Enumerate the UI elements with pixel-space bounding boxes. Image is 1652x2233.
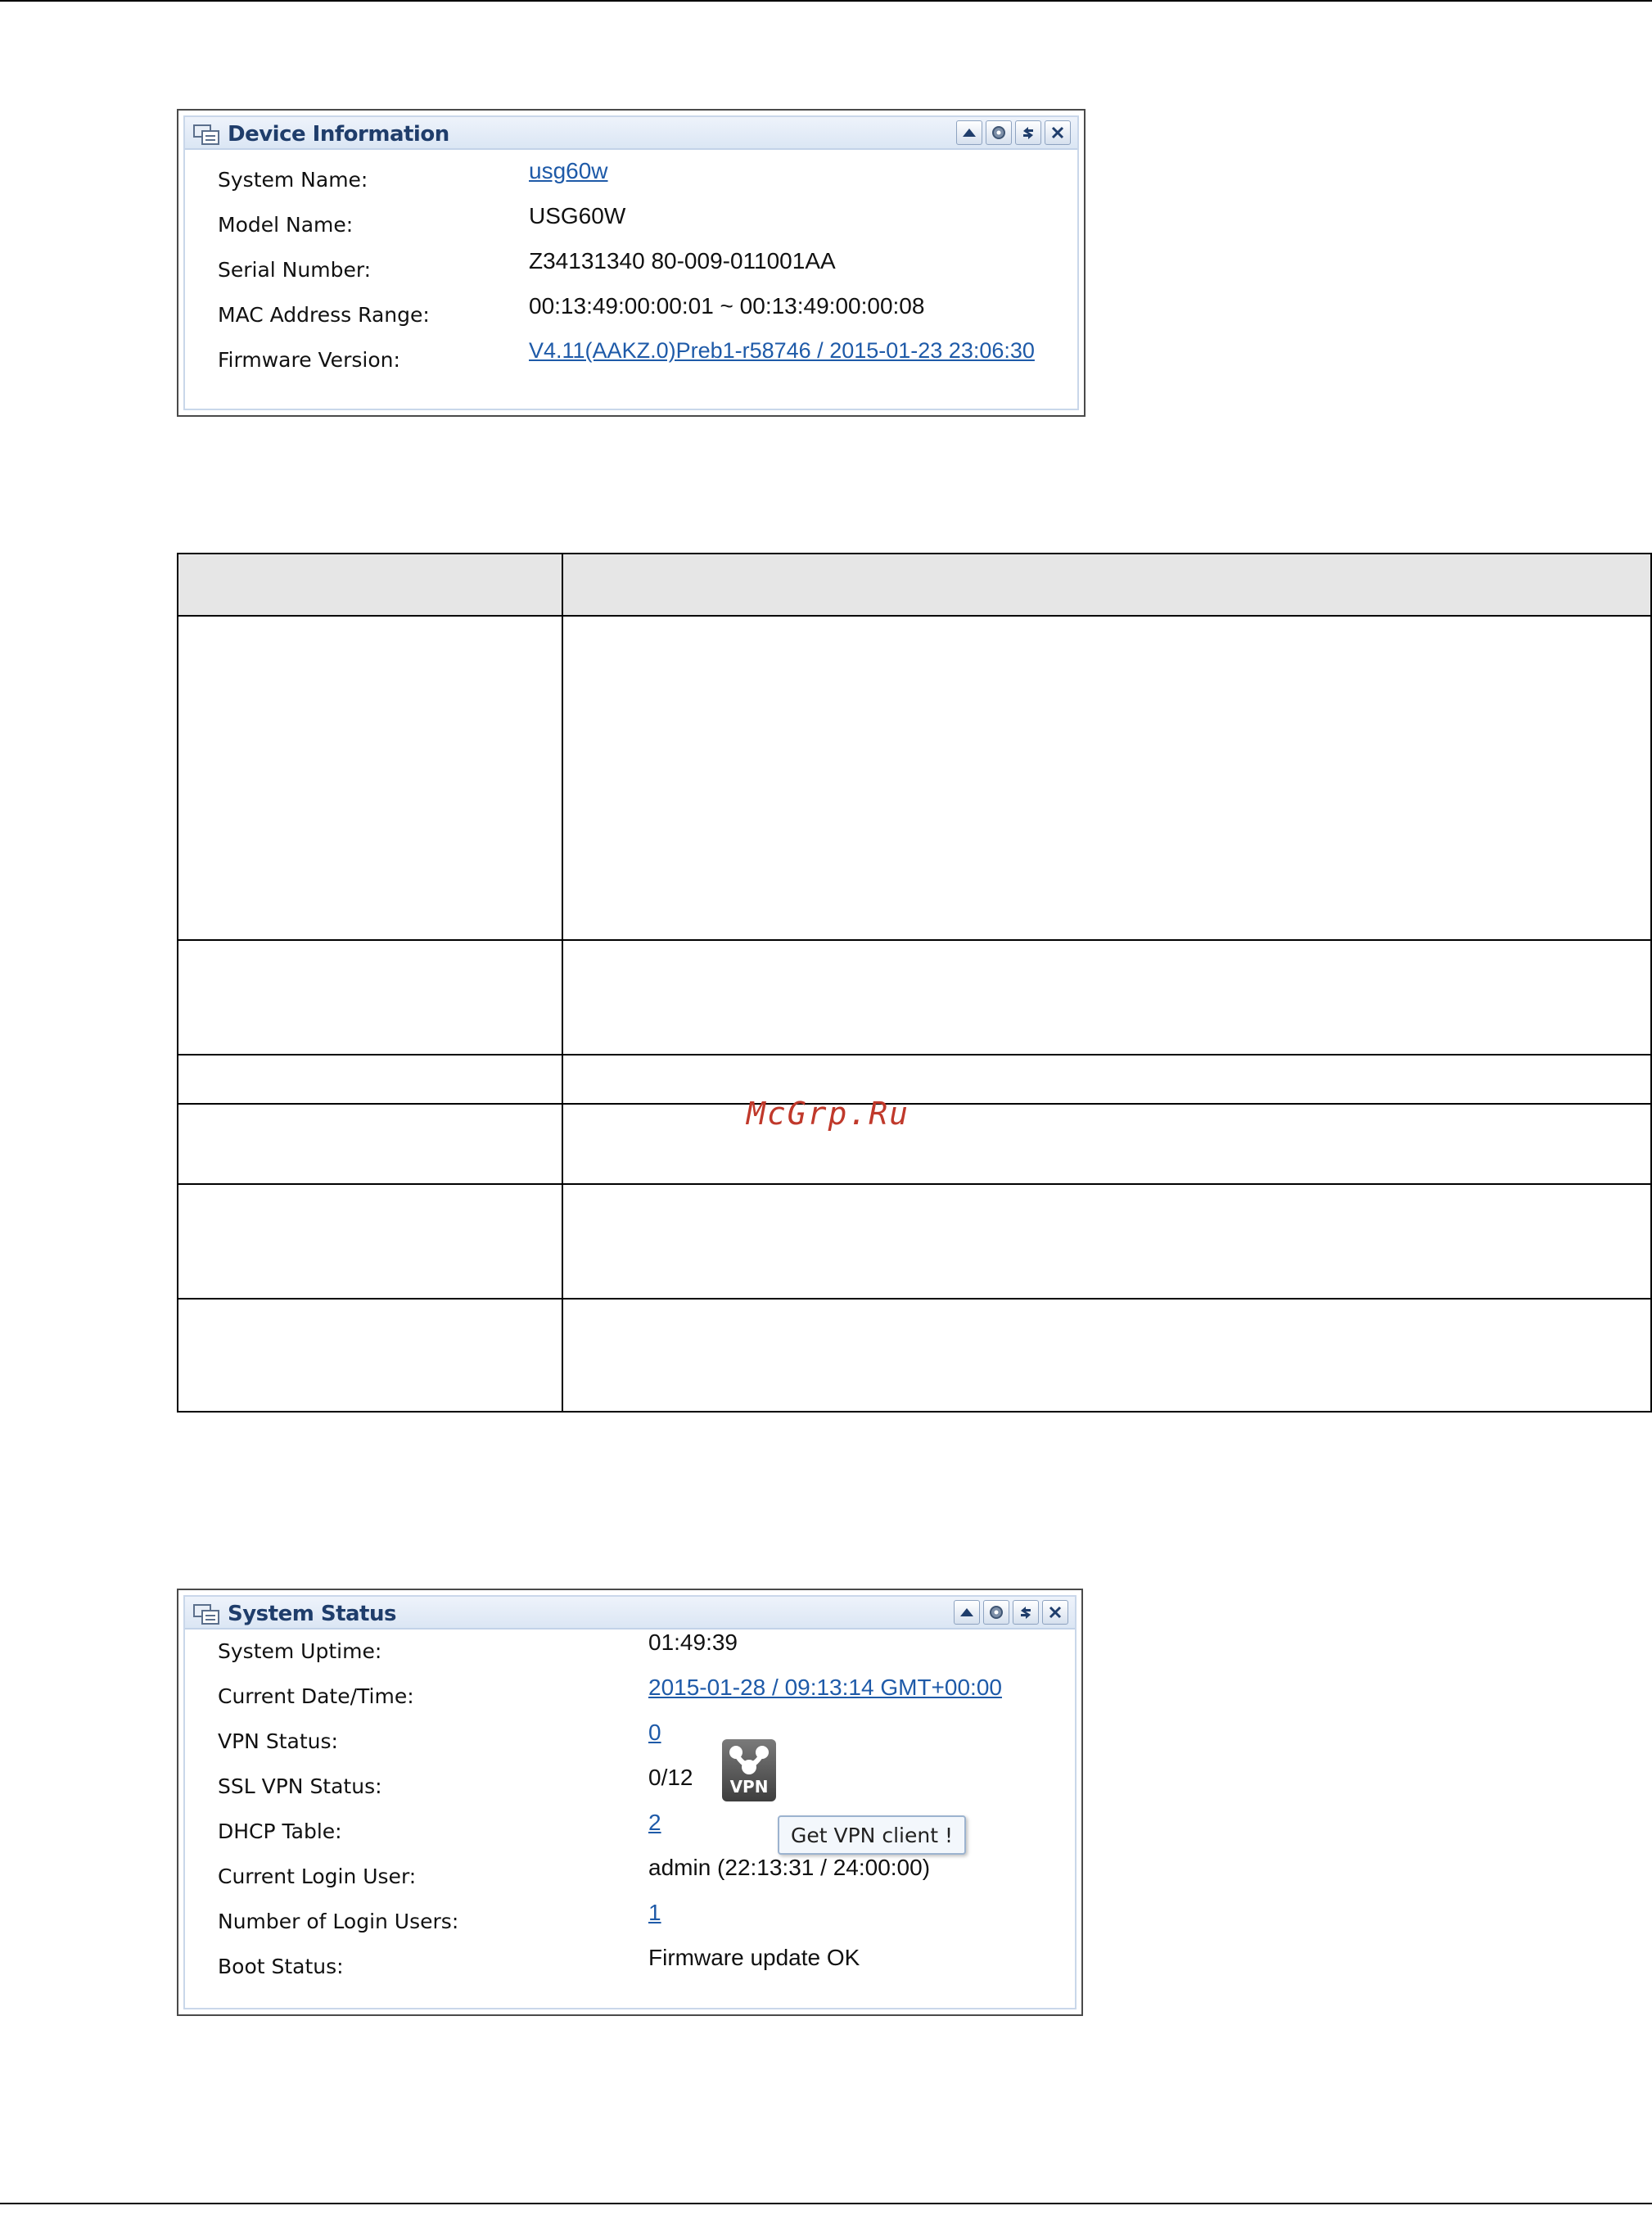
dhcp-table-link[interactable]: 2	[648, 1810, 661, 1836]
row-label: Boot Status:	[218, 1955, 344, 1978]
row-value: Firmware update OK	[648, 1945, 860, 1970]
refresh-button[interactable]	[1013, 1600, 1039, 1625]
row-label: System Name:	[218, 168, 368, 192]
row-label: VPN Status:	[218, 1729, 338, 1753]
collapse-icon	[963, 129, 976, 137]
settings-button[interactable]	[983, 1600, 1009, 1625]
row-number-of-login-users: Number of Login Users: 1	[185, 1900, 1075, 1946]
row-value: 0/12	[648, 1765, 693, 1790]
device-information-widget: Device Information System Name: usg60w M…	[177, 109, 1086, 417]
row-value: 00:13:49:00:00:01 ~ 00:13:49:00:00:08	[529, 293, 925, 319]
table-cell	[177, 1298, 563, 1413]
system-status-widget: System Status System Uptime: 01:49:39 Cu…	[177, 1589, 1083, 2016]
widget-header[interactable]: Device Information	[185, 117, 1077, 150]
row-value: Z34131340 80-009-011001AA	[529, 248, 836, 273]
row-label: Number of Login Users:	[218, 1910, 459, 1933]
table-row	[177, 1298, 1652, 1413]
bottom-rule	[0, 2203, 1652, 2204]
widget-icon	[193, 124, 219, 145]
close-button[interactable]	[1045, 120, 1071, 145]
close-button[interactable]	[1042, 1600, 1068, 1625]
row-current-date-time: Current Date/Time: 2015-01-28 / 09:13:14…	[185, 1675, 1075, 1720]
table-header-cell	[177, 553, 563, 617]
table-row	[177, 939, 1652, 1055]
table-cell	[562, 1054, 1652, 1105]
row-label: SSL VPN Status:	[218, 1774, 382, 1798]
widget-frame: Device Information System Name: usg60w M…	[183, 115, 1079, 410]
collapse-button[interactable]	[954, 1600, 980, 1625]
refresh-button[interactable]	[1015, 120, 1041, 145]
table-row	[177, 1183, 1652, 1300]
widget-header[interactable]: System Status	[185, 1597, 1075, 1630]
row-label: Model Name:	[218, 213, 354, 237]
row-vpn-status: VPN Status: 0	[185, 1720, 1075, 1765]
table-cell	[562, 1103, 1652, 1185]
widget-toolbar	[954, 1600, 1068, 1625]
row-firmware-version: Firmware Version: V4.11(AAKZ.0)Preb1-r58…	[185, 338, 1077, 384]
get-vpn-client-tooltip[interactable]: Get VPN client !	[778, 1815, 966, 1855]
row-value: 01:49:39	[648, 1630, 738, 1655]
current-date-time-link[interactable]: 2015-01-28 / 09:13:14 GMT+00:00	[648, 1675, 1002, 1701]
row-label: DHCP Table:	[218, 1819, 342, 1843]
settings-icon	[990, 1606, 1003, 1619]
row-mac-address-range: MAC Address Range: 00:13:49:00:00:01 ~ 0…	[185, 293, 1077, 339]
table-cell	[177, 939, 563, 1055]
widget-title: Device Information	[228, 122, 449, 147]
vpn-client-icon[interactable]: VPN	[722, 1739, 776, 1801]
row-label: Current Login User:	[218, 1865, 417, 1888]
table-cell	[562, 615, 1652, 941]
row-label: Current Date/Time:	[218, 1684, 414, 1708]
row-label: Serial Number:	[218, 258, 372, 282]
row-current-login-user: Current Login User: admin (22:13:31 / 24…	[185, 1855, 1075, 1901]
widget-icon	[193, 1604, 219, 1625]
row-ssl-vpn-status: SSL VPN Status: 0/12	[185, 1765, 1075, 1810]
table-row	[177, 615, 1652, 941]
table-cell	[562, 939, 1652, 1055]
refresh-icon	[1021, 1607, 1031, 1619]
widget-frame: System Status System Uptime: 01:49:39 Cu…	[183, 1595, 1077, 2009]
row-value: admin (22:13:31 / 24:00:00)	[648, 1855, 931, 1880]
widget-toolbar	[956, 120, 1071, 145]
top-rule	[0, 0, 1652, 2]
table-cell	[177, 615, 563, 941]
description-table	[177, 553, 1652, 1413]
table-header-row	[177, 553, 1652, 617]
table-cell	[562, 1183, 1652, 1300]
widget-title: System Status	[228, 1602, 396, 1626]
table-cell	[562, 1298, 1652, 1413]
table-header-cell	[562, 553, 1652, 617]
vpn-figure-icon	[729, 1746, 769, 1774]
table-cell	[177, 1183, 563, 1300]
row-boot-status: Boot Status: Firmware update OK	[185, 1945, 1075, 1991]
row-serial-number: Serial Number: Z34131340 80-009-011001AA	[185, 248, 1077, 294]
vpn-status-link[interactable]: 0	[648, 1720, 661, 1746]
row-model-name: Model Name: USG60W	[185, 203, 1077, 249]
row-system-name: System Name: usg60w	[185, 158, 1077, 204]
row-system-uptime: System Uptime: 01:49:39	[185, 1630, 1075, 1675]
table-row	[177, 1103, 1652, 1185]
collapse-icon	[960, 1608, 973, 1616]
watermark: McGrp.Ru	[747, 1096, 910, 1132]
row-label: System Uptime:	[218, 1639, 382, 1663]
table-cell	[177, 1054, 563, 1105]
row-label: Firmware Version:	[218, 348, 400, 372]
table-row	[177, 1054, 1652, 1105]
refresh-icon	[1023, 127, 1033, 139]
close-icon	[1049, 1606, 1062, 1619]
row-value: USG60W	[529, 203, 626, 228]
number-of-login-users-link[interactable]: 1	[648, 1900, 661, 1926]
table-cell	[177, 1103, 563, 1185]
settings-icon	[992, 126, 1005, 139]
firmware-version-link[interactable]: V4.11(AAKZ.0)Preb1-r58746 / 2015-01-23 2…	[529, 338, 1035, 364]
close-icon	[1051, 126, 1064, 139]
collapse-button[interactable]	[956, 120, 982, 145]
row-label: MAC Address Range:	[218, 303, 430, 327]
settings-button[interactable]	[986, 120, 1012, 145]
system-name-link[interactable]: usg60w	[529, 158, 608, 184]
vpn-icon-label: VPN	[729, 1777, 769, 1797]
